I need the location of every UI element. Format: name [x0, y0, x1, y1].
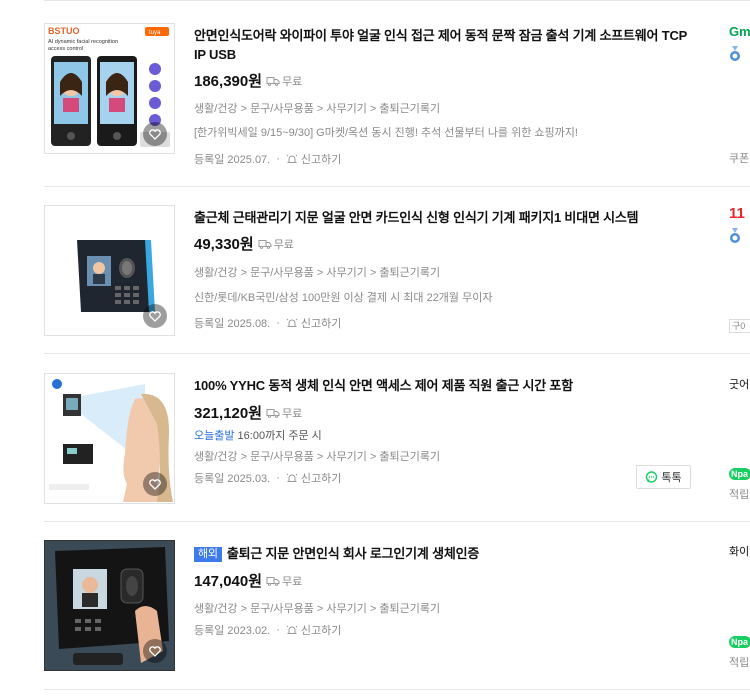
report-button[interactable]: 신고하기 — [286, 622, 341, 638]
product-title[interactable]: 해외 출퇴근 지문 안면인식 회사 로그인기계 생체인증 — [194, 544, 694, 563]
register-date: 등록일 2025.08. — [194, 318, 271, 330]
meta-row: 등록일 2025.03. · 신고하기 — [194, 470, 342, 486]
talk-button[interactable]: 톡톡 — [636, 465, 691, 489]
report-button[interactable]: 신고하기 — [286, 470, 341, 486]
price-row: 49,330원 무료 — [194, 233, 294, 254]
category-breadcrumb[interactable]: 생활/건강 > 문구/사무용품 > 사무기기 > 출퇴근기록기 — [194, 100, 440, 116]
gmarket-logo[interactable]: Gm — [729, 24, 750, 39]
truck-icon — [266, 408, 280, 418]
meta-row: 등록일 2025.07. · 신고하기 — [194, 151, 342, 167]
truck-icon — [258, 239, 272, 249]
truck-icon — [266, 576, 280, 586]
category-breadcrumb[interactable]: 생활/건강 > 문구/사무용품 > 사무기기 > 출퇴근기록기 — [194, 600, 440, 616]
purchase-box[interactable]: 구0 — [729, 319, 750, 333]
divider — [44, 689, 750, 690]
heart-icon[interactable] — [143, 639, 167, 663]
divider — [44, 521, 750, 522]
medal-icon — [730, 228, 740, 243]
price: 147,040원 — [194, 573, 263, 590]
register-date: 등록일 2025.07. — [194, 154, 271, 166]
price: 49,330원 — [194, 236, 254, 253]
abroad-badge: 해외 — [194, 547, 222, 562]
product-thumbnail[interactable] — [44, 205, 175, 336]
divider — [44, 353, 750, 354]
price-row: 321,120원 무료 — [194, 402, 302, 423]
coupon-label[interactable]: 쿠폰 — [729, 150, 749, 166]
npay-badge: Npa — [729, 636, 750, 648]
talk-bubble-icon — [646, 470, 658, 483]
price-row: 147,040원 무료 — [194, 570, 302, 591]
bell-report-icon — [286, 473, 298, 482]
divider — [44, 0, 750, 1]
category-breadcrumb[interactable]: 생활/건강 > 문구/사무용품 > 사무기기 > 출퇴근기록기 — [194, 448, 440, 464]
register-date: 등록일 2023.02. — [194, 625, 271, 637]
product-list: BSTUO AI dynamic facial recognition acce… — [0, 0, 750, 697]
meta-row: 등록일 2023.02. · 신고하기 — [194, 622, 342, 638]
report-button[interactable]: 신고하기 — [286, 151, 341, 167]
svg-text:tuya: tuya — [149, 30, 161, 36]
thumb-brand: BSTUO — [48, 26, 80, 36]
store-name[interactable]: 화이 — [729, 543, 749, 559]
store-name[interactable]: 굿어 — [729, 376, 749, 392]
price: 321,120원 — [194, 405, 263, 422]
heart-icon[interactable] — [143, 122, 167, 146]
medal-icon — [730, 46, 740, 61]
bell-report-icon — [286, 154, 298, 163]
shipping-info: 무료 — [266, 573, 302, 589]
price-row: 186,390원 무료 — [194, 70, 302, 91]
heart-icon[interactable] — [143, 472, 167, 496]
truck-icon — [266, 76, 280, 86]
shipping-info: 무료 — [266, 73, 302, 89]
svg-text:access control: access control — [48, 46, 83, 52]
product-thumbnail[interactable]: BSTUO AI dynamic facial recognition acce… — [44, 23, 175, 154]
npay-badge: Npa — [729, 468, 750, 480]
divider — [44, 186, 750, 187]
today-ship-label: 오늘출발 — [194, 430, 235, 442]
register-date: 등록일 2025.03. — [194, 473, 271, 485]
bell-report-icon — [286, 318, 298, 327]
category-breadcrumb[interactable]: 생활/건강 > 문구/사무용품 > 사무기기 > 출퇴근기록기 — [194, 264, 440, 280]
product-title[interactable]: 출근체 근태관리기 지문 얼굴 안면 카드인식 신형 인식기 기계 패키지1 비… — [194, 208, 694, 227]
heart-icon[interactable] — [143, 304, 167, 328]
meta-row: 등록일 2025.08. · 신고하기 — [194, 315, 342, 331]
svg-text:AI dynamic facial recognition: AI dynamic facial recognition — [48, 39, 118, 45]
today-ship-text: 16:00까지 주문 시 — [237, 430, 322, 442]
product-title[interactable]: 안면인식도어락 와이파이 투야 얼굴 인식 접근 제어 동적 문짝 잠금 출석 … — [194, 26, 694, 64]
shipping-info: 무료 — [266, 405, 302, 421]
price: 186,390원 — [194, 73, 263, 90]
promo-text: 신한/롯데/KB국민/삼성 100만원 이상 결제 시 최대 22개월 무이자 — [194, 292, 493, 304]
points-label: 적립 — [729, 657, 750, 669]
bell-report-icon — [286, 625, 298, 634]
product-thumbnail[interactable] — [44, 540, 175, 671]
shipping-info: 무료 — [258, 236, 294, 252]
points-label: 적립 — [729, 489, 750, 501]
product-thumbnail[interactable] — [44, 373, 175, 504]
today-ship: 오늘출발 16:00까지 주문 시 — [194, 427, 322, 443]
report-button[interactable]: 신고하기 — [286, 315, 341, 331]
promo-text: [한가위빅세일 9/15~9/30] G마켓/옥션 동시 진행! 추석 선물부터… — [194, 127, 578, 139]
product-title[interactable]: 100% YYHC 동적 생체 인식 안면 액세스 제어 제품 직원 출근 시간… — [194, 376, 694, 395]
eleven-logo[interactable]: 11 — [729, 205, 745, 222]
